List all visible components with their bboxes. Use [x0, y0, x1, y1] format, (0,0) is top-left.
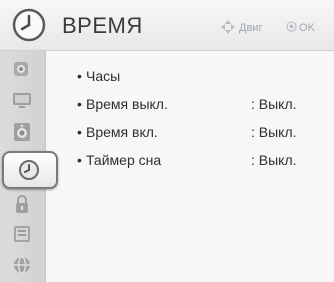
move-hint: Двиг: [220, 20, 280, 35]
sidebar-item-options[interactable]: [6, 223, 38, 245]
ok-button-icon: [286, 21, 297, 32]
menu-item-value: : Выкл.: [251, 96, 297, 112]
sidebar-item-time[interactable]: [2, 151, 58, 189]
menu-item-label: Таймер сна: [86, 152, 162, 168]
speaker-icon: [14, 123, 30, 141]
ok-hint: OK: [286, 21, 330, 35]
clock-icon: [19, 160, 39, 180]
sidebar-item-sound[interactable]: [6, 121, 38, 143]
time-settings-window: ВРЕМЯ Двиг OK • Часы • Время выкл.: Вык…: [0, 0, 334, 282]
bullet: •: [77, 124, 82, 140]
network-icon: [14, 256, 30, 274]
move-hint-label: Двиг: [239, 22, 263, 34]
bullet: •: [77, 68, 82, 84]
menu-item-label: Часы: [86, 68, 121, 84]
ok-hint-label: OK: [299, 22, 315, 34]
category-sidebar: [0, 51, 58, 282]
sidebar-item-network[interactable]: [6, 253, 38, 275]
menu-header: ВРЕМЯ Двиг OK: [0, 0, 334, 51]
navigation-arrows-icon: [221, 20, 235, 34]
sidebar-item-display[interactable]: [6, 89, 38, 111]
clock-icon: [12, 8, 46, 42]
sidebar-item-lock[interactable]: [6, 193, 38, 215]
picture-settings-icon: [14, 62, 28, 76]
bullet: •: [77, 152, 82, 168]
menu-item-value: : Выкл.: [251, 124, 297, 140]
options-icon: [14, 226, 30, 242]
menu-item-label: Время выкл.: [86, 96, 168, 112]
menu-item-label: Время вкл.: [86, 124, 158, 140]
menu-content: • Часы • Время выкл. : Выкл. • Время вкл…: [46, 51, 334, 282]
bullet: •: [77, 96, 82, 112]
sidebar-item-picture[interactable]: [6, 59, 38, 81]
menu-item-value: : Выкл.: [251, 152, 297, 168]
tv-screen-icon: [13, 93, 31, 108]
lock-icon: [16, 195, 28, 213]
page-title: ВРЕМЯ: [62, 13, 143, 38]
